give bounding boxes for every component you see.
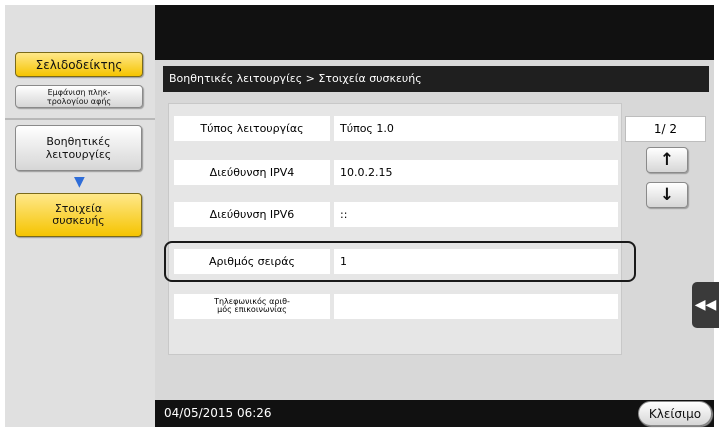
datetime: 04/05/2015 06:26 [164,406,272,420]
arrow-down-icon: ↓ [659,185,675,205]
close-button[interactable]: Κλείσιμο [638,401,712,426]
device-info-label: Στοιχεία συσκευής [52,203,105,227]
keypad-label: Εμφάνιση πληκ- τρολογίου αφής [47,88,111,106]
side-panel-tab[interactable]: ◀◀ [692,282,719,328]
row-label-line2: μός επικοινωνίας [217,305,287,314]
device-info-button[interactable]: Στοιχεία συσκευής [15,193,142,237]
device-info-label-line2: συσκευής [52,214,105,227]
close-label: Κλείσιμο [648,406,702,421]
row-value: :: [334,202,618,227]
selection-highlight [164,241,636,282]
breadcrumb: Βοηθητικές λειτουργίες > Στοιχεία συσκευ… [163,66,709,92]
row-value [334,294,618,319]
bookmark-label: Σελιδοδείκτης [35,57,123,72]
double-chevron-left-icon: ◀◀ [694,297,717,313]
scroll-up-button[interactable]: ↑ [646,147,688,173]
left-divider [5,118,155,120]
page-indicator: 1/ 2 [625,116,706,142]
keypad-label-line1: Εμφάνιση πληκ- [47,87,111,97]
row-label: Τηλεφωνικός αριθ- μός επικοινωνίας [174,294,330,319]
keypad-label-line2: τρολογίου αφής [46,96,112,106]
utility-button[interactable]: Βοηθητικές λειτουργίες [15,125,142,171]
utility-label-line2: λειτουργίες [45,148,112,161]
row-label: Διεύθυνση IPV4 [174,160,330,185]
utility-label: Βοηθητικές λειτουργίες [46,135,112,161]
utility-label-line1: Βοηθητικές [46,135,111,148]
arrow-up-icon: ↑ [659,150,675,170]
row-label: Διεύθυνση IPV6 [174,202,330,227]
top-bar [155,5,714,60]
row-value: 10.0.2.15 [334,160,618,185]
arrow-down-icon: ▼ [74,174,85,190]
show-keypad-button[interactable]: Εμφάνιση πληκ- τρολογίου αφής [15,85,143,108]
row-label: Τύπος λειτουργίας [174,116,330,141]
row-value: Τύπος 1.0 [334,116,618,141]
scroll-down-button[interactable]: ↓ [646,182,688,208]
bookmark-button[interactable]: Σελιδοδείκτης [15,52,143,77]
